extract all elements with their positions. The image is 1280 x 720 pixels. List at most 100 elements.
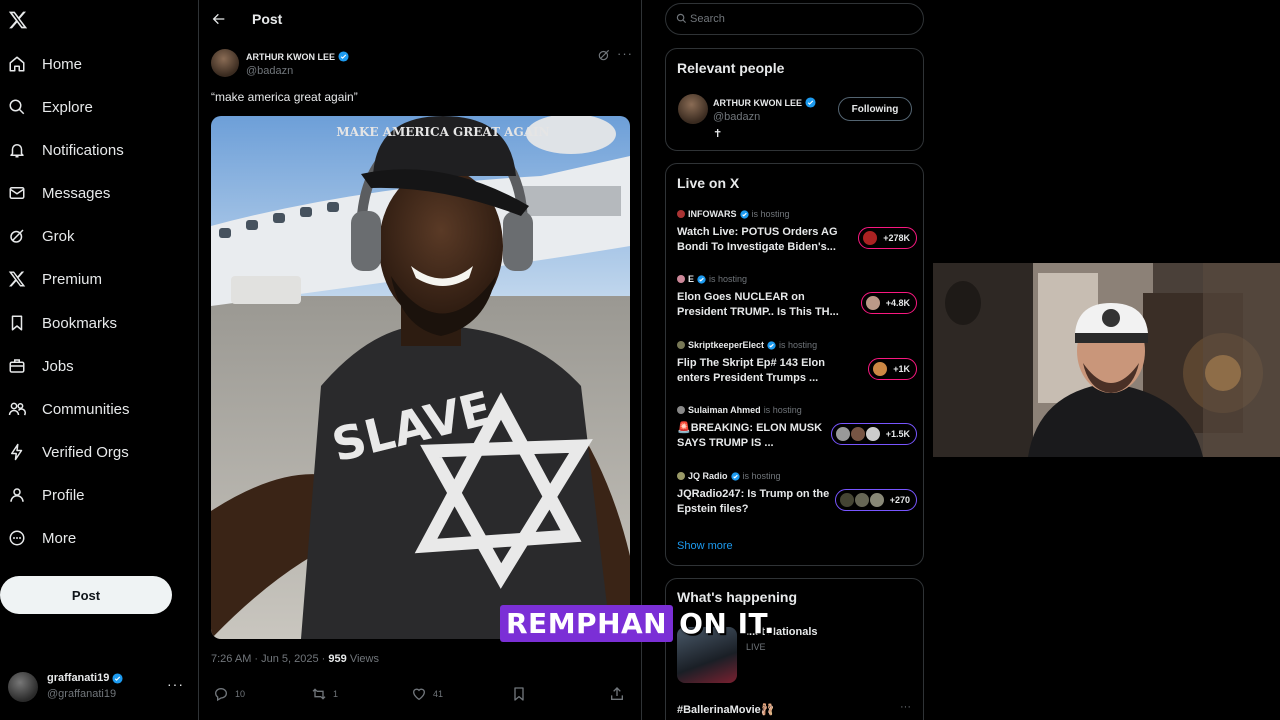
author-name-row[interactable]: ARTHUR KWON LEE bbox=[246, 51, 349, 62]
listener-count: +4.8K bbox=[885, 298, 910, 308]
back-arrow-icon[interactable] bbox=[211, 11, 227, 27]
relevant-people-card: Relevant people ARTHUR KWON LEE @badazn … bbox=[665, 48, 924, 151]
listener-count-pill: +4.8K bbox=[860, 292, 917, 314]
live-space-item[interactable]: E is hosting Elon Goes NUCLEAR on Presid… bbox=[677, 274, 917, 334]
avatar bbox=[8, 672, 38, 702]
nav-profile[interactable]: Profile bbox=[0, 475, 190, 515]
author-handle[interactable]: @badazn bbox=[246, 65, 293, 77]
following-button[interactable]: Following bbox=[838, 97, 912, 121]
listener-avatar bbox=[864, 295, 881, 311]
account-name: graffanati19 bbox=[47, 672, 110, 684]
person-handle[interactable]: @badazn bbox=[713, 111, 760, 123]
card-title: Relevant people bbox=[677, 60, 785, 76]
live-space-item[interactable]: SkriptkeeperElect is hosting Flip The Sk… bbox=[677, 340, 917, 400]
bookmark-button[interactable] bbox=[511, 686, 527, 702]
nav-profile-label: Profile bbox=[42, 486, 85, 504]
nav-premium[interactable]: Premium bbox=[0, 259, 190, 299]
account-switcher[interactable]: graffanati19 @graffanati19 ··· bbox=[8, 668, 188, 708]
live-space-item[interactable]: INFOWARS is hosting Watch Live: POTUS Or… bbox=[677, 209, 917, 269]
reply-button[interactable]: 10 bbox=[213, 686, 245, 702]
nav-jobs[interactable]: Jobs bbox=[0, 346, 190, 386]
timestamp-text: 7:26 AM · Jun 5, 2025 · bbox=[211, 653, 329, 665]
host-name: SkriptkeeperElect bbox=[688, 340, 765, 350]
nav-grok[interactable]: Grok bbox=[0, 216, 190, 256]
repost-count: 1 bbox=[333, 689, 339, 699]
search-input[interactable]: Search bbox=[690, 13, 725, 25]
person-icon bbox=[0, 486, 34, 504]
avatar[interactable] bbox=[678, 94, 708, 124]
hat-text: MAKE AMERICA GREAT AGAIN bbox=[336, 125, 549, 139]
trend-hashtag[interactable]: #BallerinaMovie🩰 bbox=[677, 703, 774, 716]
host-avatar bbox=[677, 472, 685, 480]
author-name: ARTHUR KWON LEE bbox=[246, 51, 335, 62]
nav-bookmarks[interactable]: Bookmarks bbox=[0, 303, 190, 343]
nav-messages-label: Messages bbox=[42, 184, 111, 202]
reply-count: 10 bbox=[235, 689, 246, 699]
live-host-row: INFOWARS is hosting bbox=[677, 209, 790, 219]
nav-communities[interactable]: Communities bbox=[0, 389, 190, 429]
whats-happening-card: What's happening ...at Nationals LIVE #B… bbox=[665, 578, 924, 720]
nav-explore-label: Explore bbox=[42, 98, 93, 116]
nav-messages[interactable]: Messages bbox=[0, 173, 190, 213]
live-space-item[interactable]: JQ Radio is hosting JQRadio247: Is Trump… bbox=[677, 471, 917, 531]
x-logo-icon[interactable] bbox=[8, 10, 28, 30]
post-photo-illustration: SLAVE MAKE AMERICA GREAT AGAIN bbox=[211, 116, 630, 639]
live-title: Watch Live: POTUS Orders AG Bondi To Inv… bbox=[677, 226, 838, 253]
account-handle: @graffanati19 bbox=[47, 688, 117, 700]
person-name-row[interactable]: ARTHUR KWON LEE bbox=[713, 97, 816, 108]
heart-icon bbox=[412, 688, 426, 701]
card-title: Live on X bbox=[677, 175, 740, 191]
share-button[interactable] bbox=[609, 686, 625, 702]
more-dots-icon[interactable]: ··· bbox=[900, 701, 911, 713]
nav-jobs-label: Jobs bbox=[42, 357, 74, 375]
more-circle-icon bbox=[0, 529, 34, 547]
caption-highlight: REMPHAN bbox=[500, 604, 674, 642]
post-button[interactable]: Post bbox=[0, 576, 172, 614]
author-avatar[interactable] bbox=[211, 49, 239, 77]
host-status: is hosting bbox=[763, 405, 802, 415]
nav-explore[interactable]: Explore bbox=[0, 87, 190, 127]
host-status: is hosting bbox=[709, 274, 748, 284]
live-space-item[interactable]: Sulaiman Ahmed is hosting 🚨BREAKING: ELO… bbox=[677, 405, 917, 465]
bell-icon bbox=[0, 141, 34, 159]
verified-badge-icon bbox=[805, 97, 816, 108]
video-caption: REMPHAN ON IT. bbox=[500, 604, 775, 642]
more-dots-icon[interactable]: ··· bbox=[617, 46, 633, 61]
listener-avatar bbox=[849, 426, 866, 442]
repost-icon bbox=[312, 688, 326, 700]
post-image[interactable]: SLAVE MAKE AMERICA GREAT AGAIN bbox=[211, 116, 630, 639]
nav-notifications-label: Notifications bbox=[42, 141, 124, 159]
more-dots-icon[interactable]: ··· bbox=[167, 676, 184, 692]
grok-icon[interactable] bbox=[597, 48, 611, 62]
search-box[interactable]: Search bbox=[665, 3, 924, 35]
nav-notifications[interactable]: Notifications bbox=[0, 130, 190, 170]
person-bio: ✝ bbox=[713, 128, 723, 140]
show-more-link[interactable]: Show more bbox=[677, 540, 733, 552]
webcam-overlay bbox=[933, 263, 1280, 457]
nav-more[interactable]: More bbox=[0, 518, 190, 558]
nav-verified-orgs[interactable]: Verified Orgs bbox=[0, 432, 190, 472]
live-title: JQRadio247: Is Trump on the Epstein file… bbox=[677, 488, 830, 515]
live-host-row: E is hosting bbox=[677, 274, 747, 284]
listener-count: +1K bbox=[893, 364, 910, 374]
repost-button[interactable]: 1 bbox=[311, 686, 338, 702]
share-icon bbox=[611, 687, 623, 700]
host-name: E bbox=[688, 274, 695, 284]
nav-more-label: More bbox=[42, 529, 77, 547]
listener-count: +278K bbox=[883, 233, 910, 243]
host-avatar bbox=[677, 341, 685, 349]
nav-home[interactable]: Home bbox=[0, 44, 190, 84]
nav-grok-label: Grok bbox=[42, 227, 75, 245]
nav-premium-label: Premium bbox=[42, 270, 103, 288]
listener-avatar bbox=[834, 426, 851, 442]
like-button[interactable]: 41 bbox=[411, 686, 443, 702]
live-host-row: JQ Radio is hosting bbox=[677, 471, 781, 481]
nav-home-label: Home bbox=[42, 55, 83, 73]
host-name: Sulaiman Ahmed bbox=[688, 405, 761, 415]
listener-count-pill: +1.5K bbox=[830, 423, 917, 445]
people-icon bbox=[0, 400, 34, 418]
person-name: ARTHUR KWON LEE bbox=[713, 97, 802, 108]
listener-avatar bbox=[862, 230, 879, 246]
briefcase-icon bbox=[0, 357, 34, 375]
live-title: 🚨BREAKING: ELON MUSK SAYS TRUMP IS ... bbox=[677, 422, 823, 449]
